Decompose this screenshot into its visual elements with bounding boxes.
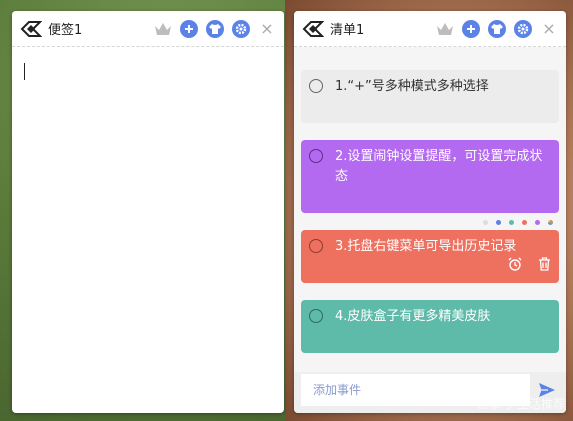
skin-shirt-icon[interactable] xyxy=(206,19,224,38)
item-text: 4.皮肤盒子有更多精美皮肤 xyxy=(335,309,491,324)
close-icon[interactable]: × xyxy=(540,19,558,38)
skin-shirt-icon[interactable] xyxy=(488,19,506,38)
complete-checkbox[interactable] xyxy=(309,309,323,323)
watermark: 百家号·生活推荐 xyxy=(477,397,565,411)
color-swatch[interactable] xyxy=(535,220,540,225)
complete-checkbox[interactable] xyxy=(309,149,323,163)
item-actions xyxy=(508,257,551,278)
item-text: 3.托盘右键菜单可导出历史记录 xyxy=(335,239,517,254)
app-logo-icon xyxy=(302,18,324,40)
item-text: 1.“+”号多种模式多种选择 xyxy=(335,79,489,94)
color-swatch[interactable] xyxy=(522,220,527,225)
color-swatch[interactable] xyxy=(548,220,553,225)
alarm-clock-icon[interactable] xyxy=(508,257,522,278)
list-item[interactable]: 4.皮肤盒子有更多精美皮肤 xyxy=(301,300,559,353)
complete-checkbox[interactable] xyxy=(309,239,323,253)
add-icon[interactable] xyxy=(180,19,198,38)
color-swatch[interactable] xyxy=(483,220,488,225)
trash-icon[interactable] xyxy=(538,257,551,278)
complete-checkbox[interactable] xyxy=(309,79,323,93)
crown-icon[interactable] xyxy=(436,20,454,38)
list-title[interactable]: 清单1 xyxy=(330,19,428,38)
add-icon[interactable] xyxy=(462,19,480,38)
text-cursor[interactable] xyxy=(24,63,25,80)
settings-gear-icon[interactable] xyxy=(232,19,250,38)
settings-gear-icon[interactable] xyxy=(514,19,532,38)
color-swatch[interactable] xyxy=(496,220,501,225)
list-header: 清单1 × xyxy=(294,11,566,47)
sticky-note-window: 便签1 × xyxy=(12,11,284,413)
crown-icon[interactable] xyxy=(154,20,172,38)
note-header: 便签1 × xyxy=(12,11,284,47)
checklist-window: 清单1 × 1.“+”号多种模式多种选择 2.设置闹钟设置提醒，可设置完成状态 … xyxy=(294,11,566,413)
app-logo-icon xyxy=(20,18,42,40)
color-swatch[interactable] xyxy=(509,220,514,225)
list-item[interactable]: 2.设置闹钟设置提醒，可设置完成状态 xyxy=(301,140,559,213)
item-text: 2.设置闹钟设置提醒，可设置完成状态 xyxy=(335,149,543,184)
color-swatch-row xyxy=(483,220,553,225)
list-item[interactable]: 1.“+”号多种模式多种选择 xyxy=(301,70,559,123)
list-item[interactable]: 3.托盘右键菜单可导出历史记录 xyxy=(301,230,559,283)
note-title[interactable]: 便签1 xyxy=(48,19,146,38)
close-icon[interactable]: × xyxy=(258,19,276,38)
